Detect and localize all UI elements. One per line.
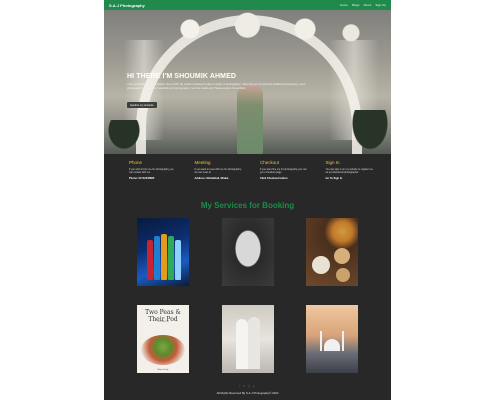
bottle-image xyxy=(175,240,181,280)
checkout-link[interactable]: Click Checkout button xyxy=(260,177,308,180)
info-sign-in: Sign In You can sign in on my website to… xyxy=(326,160,374,194)
book-food-image xyxy=(141,335,185,365)
bride-figure xyxy=(248,317,260,369)
info-meeting: Meeting If you want to meet with me for … xyxy=(195,160,243,194)
info-title: Meeting xyxy=(194,160,211,165)
plate-image xyxy=(334,248,350,264)
info-text: If you want to meet with me for photogra… xyxy=(194,168,242,175)
book-author: Maria Lichty xyxy=(157,369,169,371)
nav-link-blogs[interactable]: Blogs xyxy=(352,3,360,7)
hero-flowers xyxy=(144,10,374,48)
plate-image xyxy=(336,268,350,282)
navbar: S.A.J Photography Home Blogs About Sign … xyxy=(104,0,391,10)
nav-links: Home Blogs About Sign Up xyxy=(340,3,386,7)
social-icons[interactable]: f ♥ ◎ ▸ xyxy=(104,384,391,388)
info-text: You can sign in on my website to registe… xyxy=(325,168,373,175)
info-strip: Phone If you wish to hire me for photogr… xyxy=(104,154,391,194)
sign-in-link[interactable]: Go To Sign In xyxy=(326,177,374,180)
groom-figure xyxy=(236,319,248,369)
nav-link-sign-up[interactable]: Sign Up xyxy=(375,3,386,7)
brand-logo[interactable]: S.A.J Photography xyxy=(109,3,145,8)
mosque-dome xyxy=(324,339,340,351)
info-text: If you want hire me for photography you … xyxy=(260,168,307,175)
service-card-mosque[interactable] xyxy=(306,305,358,373)
info-phone-number: Phone: 01712345865 xyxy=(129,177,155,181)
info-title: Checkout xyxy=(260,160,280,165)
hero-palm-left xyxy=(104,120,144,154)
service-card-cookbook[interactable]: Two Peas & Their Pod COOKBOOK Maria Lich… xyxy=(137,305,189,373)
service-card-wedding[interactable] xyxy=(222,305,274,373)
service-card-food-event[interactable] xyxy=(306,218,358,286)
minaret xyxy=(342,331,344,351)
hero-palm-right xyxy=(349,110,391,154)
info-title: Sign In xyxy=(325,160,340,165)
info-address: Address: Mohakhali, Dhaka xyxy=(194,177,229,181)
hero-banner: HI THERE I'M SHOUMIK AHMED I am a profes… xyxy=(104,10,391,154)
bottle-image xyxy=(147,240,153,280)
nav-link-home[interactable]: Home xyxy=(340,3,348,7)
info-title: Phone xyxy=(129,160,143,165)
service-card-soft-drinks[interactable] xyxy=(137,218,189,286)
explore-services-button[interactable]: Explore my services xyxy=(127,102,157,108)
plate-image xyxy=(312,256,330,274)
hero-description: I am a professional photographer since 2… xyxy=(127,83,306,90)
minaret xyxy=(320,331,322,351)
bottle-image xyxy=(168,236,174,280)
hero-title: HI THERE I'M SHOUMIK AHMED xyxy=(127,73,237,80)
book-subtitle: COOKBOOK xyxy=(157,321,169,323)
nav-link-about[interactable]: About xyxy=(363,3,371,7)
bottle-image xyxy=(154,236,160,280)
info-checkout: Checkout If you want hire me for photogr… xyxy=(260,160,308,194)
info-text: If you wish to hire me for photography y… xyxy=(129,168,174,175)
page: S.A.J Photography Home Blogs About Sign … xyxy=(104,0,391,400)
hero-bride-figure xyxy=(237,85,263,154)
bottle-image xyxy=(161,234,167,280)
service-card-portrait[interactable] xyxy=(222,218,274,286)
info-phone: Phone If you wish to hire me for photogr… xyxy=(129,160,177,194)
services-title: My Services for Booking xyxy=(200,201,295,210)
copyright-text: All Rights Reserved By S.A.J Photography… xyxy=(216,391,279,395)
